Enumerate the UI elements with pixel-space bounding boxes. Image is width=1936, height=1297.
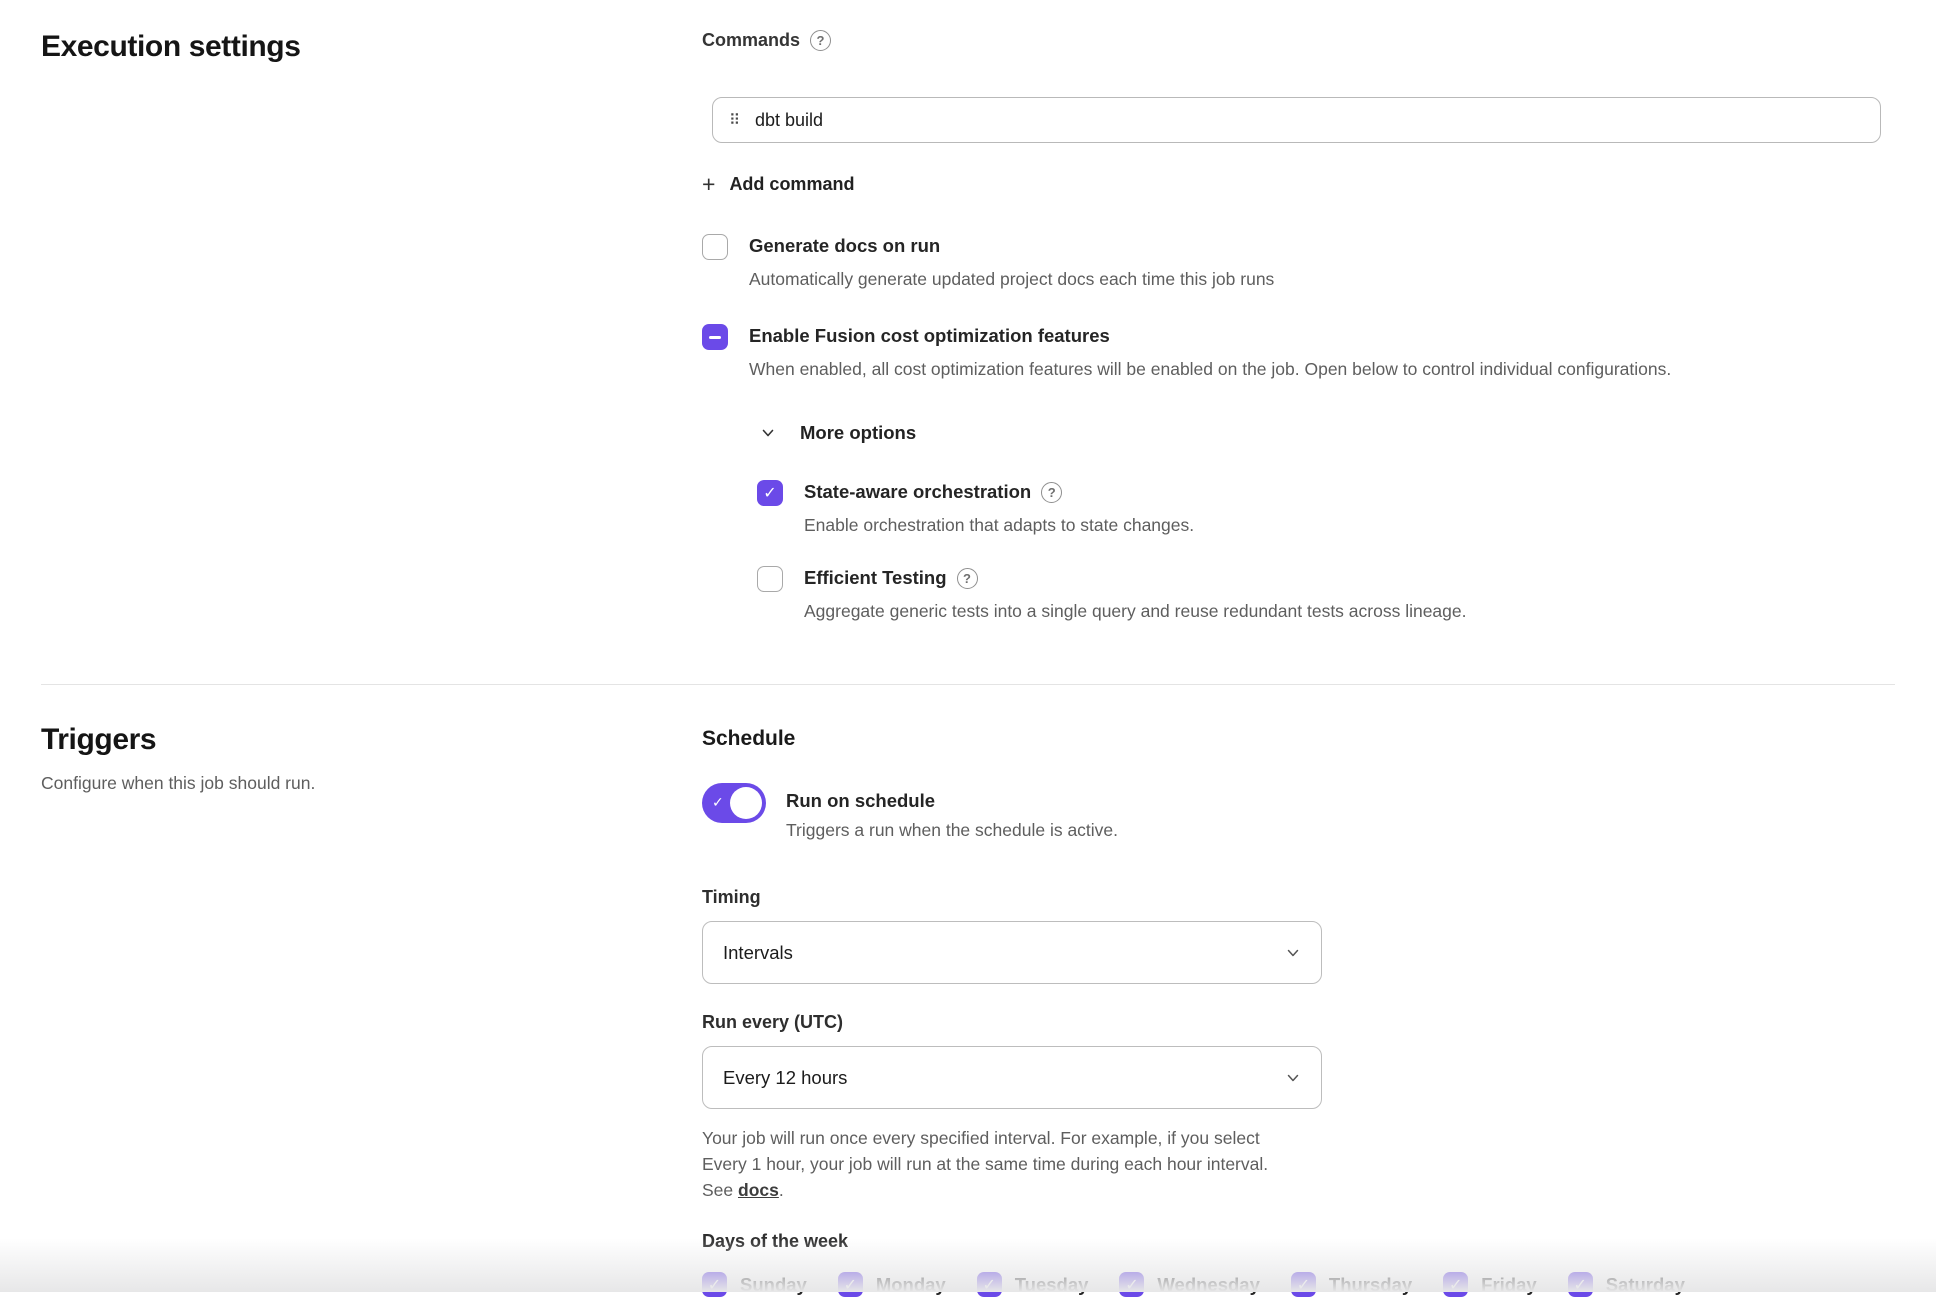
execution-settings-left: Execution settings [41, 30, 702, 64]
more-options-toggle[interactable]: More options [760, 422, 1895, 444]
day-item-tuesday[interactable]: ✓ Tuesday [977, 1272, 1089, 1297]
day-item-friday[interactable]: ✓ Friday [1443, 1272, 1537, 1297]
days-of-week-label: Days of the week [702, 1231, 1895, 1252]
generate-docs-checkbox[interactable]: ✓ [702, 234, 728, 260]
sunday-checkbox: ✓ [702, 1272, 727, 1297]
check-icon: ✓ [708, 1277, 721, 1293]
run-on-schedule-row: ✓ Run on schedule Triggers a run when th… [702, 783, 1895, 841]
day-label: Monday [876, 1274, 946, 1296]
commands-label-row: Commands ? [702, 30, 1895, 51]
efficient-testing-checkbox[interactable]: ✓ [757, 566, 783, 592]
days-of-week-row: ✓ Sunday ✓ Monday ✓ Tuesday ✓ Wednesday … [702, 1272, 1895, 1297]
option-efficient-testing: ✓ Efficient Testing ? Aggregate generic … [757, 566, 1895, 622]
run-on-schedule-label: Run on schedule [786, 790, 1895, 812]
run-every-select-value: Every 12 hours [723, 1067, 847, 1089]
check-icon: ✓ [763, 485, 776, 501]
day-label: Friday [1481, 1274, 1537, 1296]
check-icon: ✓ [1574, 1277, 1587, 1293]
day-label: Thursday [1329, 1274, 1412, 1296]
job-settings-page: Execution settings Commands ? ⠿ dbt buil… [0, 0, 1936, 1297]
add-command-button[interactable]: + Add command [702, 173, 854, 196]
day-label: Wednesday [1157, 1274, 1259, 1296]
triggers-left: Triggers Configure when this job should … [41, 723, 702, 794]
generate-docs-label: Generate docs on run [749, 235, 940, 257]
option-fusion-cost-optimization: Enable Fusion cost optimization features… [702, 324, 1895, 380]
execution-settings-section: Execution settings Commands ? ⠿ dbt buil… [41, 30, 1895, 622]
fusion-checkbox[interactable] [702, 324, 728, 350]
run-every-label: Run every (UTC) [702, 1012, 1895, 1033]
chevron-down-icon [760, 425, 776, 441]
interval-help-text: Your job will run once every specified i… [702, 1125, 1302, 1203]
docs-link[interactable]: docs [738, 1180, 779, 1200]
efficient-testing-help-icon[interactable]: ? [957, 568, 978, 589]
friday-checkbox: ✓ [1443, 1272, 1468, 1297]
triggers-title: Triggers [41, 723, 702, 757]
state-aware-checkbox[interactable]: ✓ [757, 480, 783, 506]
run-on-schedule-text: Run on schedule Triggers a run when the … [786, 783, 1895, 841]
run-on-schedule-description: Triggers a run when the schedule is acti… [786, 820, 1895, 841]
toggle-check-icon: ✓ [712, 795, 724, 811]
check-icon: ✓ [983, 1277, 996, 1293]
timing-select[interactable]: Intervals [702, 921, 1322, 984]
command-input[interactable]: ⠿ dbt build [712, 97, 1881, 143]
efficient-testing-label: Efficient Testing [804, 567, 947, 589]
fusion-sub-options: ✓ State-aware orchestration ? Enable orc… [757, 480, 1895, 622]
efficient-testing-description: Aggregate generic tests into a single qu… [804, 601, 1895, 622]
indeterminate-dash-icon [709, 336, 721, 339]
generate-docs-label-row: Generate docs on run [749, 235, 1895, 257]
schedule-content: Schedule ✓ Run on schedule Triggers a ru… [702, 723, 1895, 1297]
fusion-label: Enable Fusion cost optimization features [749, 325, 1110, 347]
monday-checkbox: ✓ [838, 1272, 863, 1297]
add-command-label: Add command [729, 174, 854, 195]
day-label: Sunday [740, 1274, 807, 1296]
day-label: Tuesday [1015, 1274, 1089, 1296]
saturday-checkbox: ✓ [1568, 1272, 1593, 1297]
chevron-down-icon [1285, 1070, 1301, 1086]
chevron-down-icon [1285, 945, 1301, 961]
timing-label: Timing [702, 887, 1895, 908]
triggers-subtitle: Configure when this job should run. [41, 773, 702, 794]
tuesday-checkbox: ✓ [977, 1272, 1002, 1297]
timing-select-value: Intervals [723, 942, 793, 964]
day-item-sunday[interactable]: ✓ Sunday [702, 1272, 807, 1297]
check-icon: ✓ [844, 1277, 857, 1293]
plus-icon: + [702, 173, 715, 196]
toggle-knob [730, 787, 762, 819]
wednesday-checkbox: ✓ [1119, 1272, 1144, 1297]
day-label: Saturday [1606, 1274, 1685, 1296]
check-icon: ✓ [1449, 1277, 1462, 1293]
generate-docs-description: Automatically generate updated project d… [749, 269, 1895, 290]
check-icon: ✓ [1297, 1277, 1310, 1293]
command-value: dbt build [755, 110, 823, 131]
day-item-saturday[interactable]: ✓ Saturday [1568, 1272, 1685, 1297]
run-on-schedule-toggle[interactable]: ✓ [702, 783, 766, 823]
page-title: Execution settings [41, 30, 702, 64]
option-generate-docs: ✓ Generate docs on run Automatically gen… [702, 234, 1895, 290]
state-aware-label: State-aware orchestration [804, 481, 1031, 503]
execution-settings-content: Commands ? ⠿ dbt build + Add command ✓ G… [702, 30, 1895, 622]
schedule-title: Schedule [702, 727, 1895, 751]
fusion-description: When enabled, all cost optimization feat… [749, 359, 1895, 380]
run-every-select[interactable]: Every 12 hours [702, 1046, 1322, 1109]
state-aware-help-icon[interactable]: ? [1041, 482, 1062, 503]
thursday-checkbox: ✓ [1291, 1272, 1316, 1297]
check-icon: ✓ [1125, 1277, 1138, 1293]
fusion-label-row: Enable Fusion cost optimization features [749, 325, 1895, 347]
day-item-monday[interactable]: ✓ Monday [838, 1272, 946, 1297]
option-state-aware-orchestration: ✓ State-aware orchestration ? Enable orc… [757, 480, 1895, 536]
more-options-label: More options [800, 422, 916, 444]
state-aware-label-row: State-aware orchestration ? [804, 481, 1895, 503]
triggers-section: Triggers Configure when this job should … [41, 685, 1895, 1297]
efficient-testing-label-row: Efficient Testing ? [804, 567, 1895, 589]
drag-handle-icon[interactable]: ⠿ [729, 113, 739, 128]
interval-help-before: Your job will run once every specified i… [702, 1128, 1268, 1200]
day-item-wednesday[interactable]: ✓ Wednesday [1119, 1272, 1259, 1297]
commands-help-icon[interactable]: ? [810, 30, 831, 51]
interval-help-after: . [779, 1180, 784, 1200]
state-aware-description: Enable orchestration that adapts to stat… [804, 515, 1895, 536]
commands-label: Commands [702, 30, 800, 51]
day-item-thursday[interactable]: ✓ Thursday [1291, 1272, 1412, 1297]
